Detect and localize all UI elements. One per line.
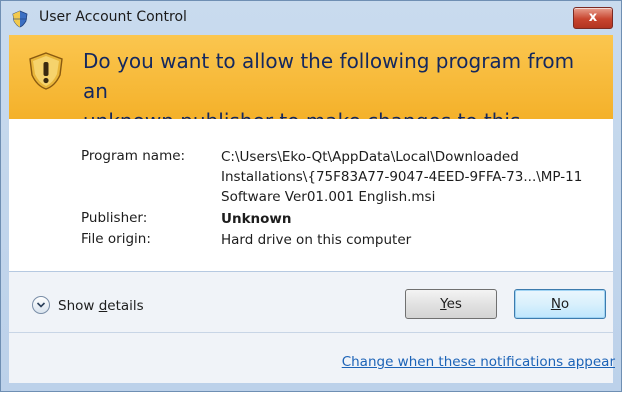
show-details-link[interactable]: Show details [58, 298, 144, 314]
no-button[interactable]: No [514, 289, 606, 319]
footer: Change when these notifications appear [9, 333, 615, 383]
title-bar: User Account Control x [1, 1, 621, 35]
program-path-line-2: Installations\{75F83A77-9047-4EED-9FFA-7… [221, 169, 583, 185]
program-path-line-1: C:\Users\Eko-Qt\AppData\Local\Downloaded [221, 149, 519, 165]
no-rest: o [560, 296, 570, 312]
publisher-label: Publisher: [81, 210, 148, 226]
uac-dialog: User Account Control x Do you want to al… [0, 0, 622, 392]
button-bar: Show details Yes No [9, 272, 613, 332]
publisher-value: Unknown [221, 211, 292, 227]
yes-button[interactable]: Yes [405, 289, 497, 319]
banner-line-1: Do you want to allow the following progr… [83, 49, 575, 103]
file-origin-label: File origin: [81, 231, 151, 247]
show-details-prefix: Show [58, 298, 99, 314]
program-name-value: C:\Users\Eko-Qt\AppData\Local\Downloaded… [221, 147, 611, 207]
no-accel: N [550, 296, 561, 312]
warning-banner: Do you want to allow the following progr… [9, 35, 613, 163]
show-details-toggle[interactable] [32, 296, 50, 314]
shield-icon [12, 10, 28, 28]
program-path-line-3: Software Ver01.001 English.msi [221, 189, 436, 205]
yes-rest: es [446, 296, 462, 312]
notification-settings-link[interactable]: Change when these notifications appear [342, 354, 615, 370]
show-details-suffix: etails [107, 298, 144, 314]
show-details-accel: d [98, 298, 108, 314]
file-origin-value: Hard drive on this computer [221, 232, 412, 248]
close-button[interactable]: x [573, 7, 613, 29]
window-title: User Account Control [39, 9, 187, 25]
details-panel: Program name: C:\Users\Eko-Qt\AppData\Lo… [9, 119, 613, 271]
program-name-label: Program name: [81, 148, 186, 164]
chevron-down-icon [36, 302, 46, 308]
shield-warning-icon [29, 52, 63, 90]
